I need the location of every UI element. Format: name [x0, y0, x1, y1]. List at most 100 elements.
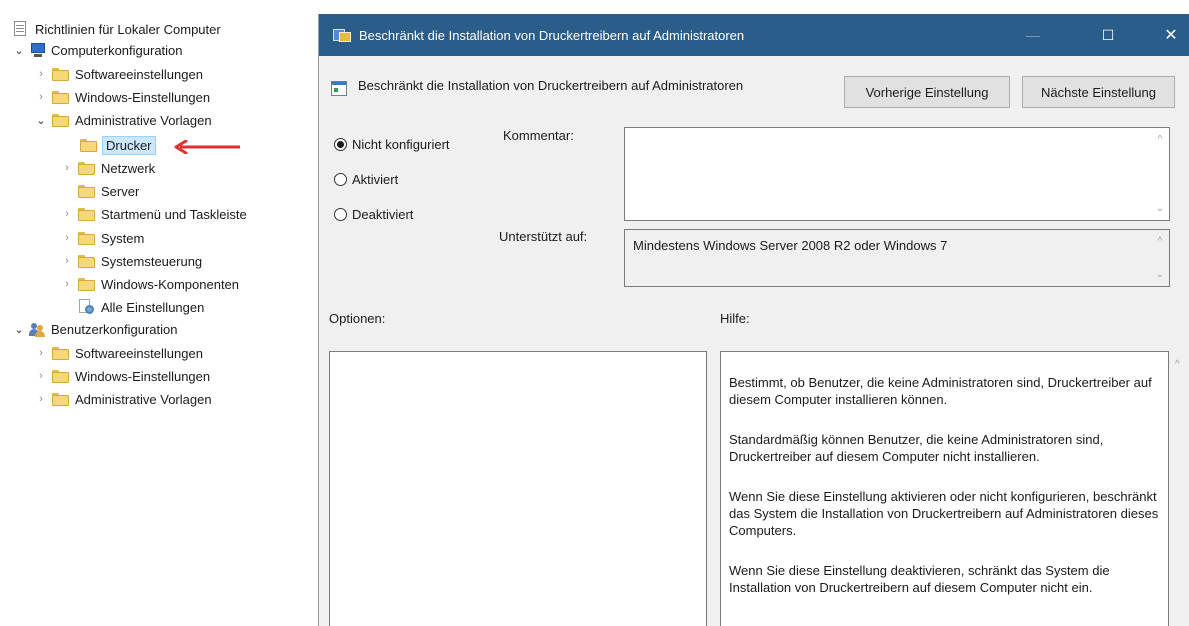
comment-label: Kommentar:	[503, 128, 574, 143]
folder-icon	[52, 67, 69, 81]
radio-enabled[interactable]: Aktiviert	[334, 169, 398, 189]
chevron-down-icon[interactable]: ⌄	[34, 113, 48, 127]
tree-item-label: Startmenü und Taskleiste	[101, 206, 247, 222]
chevron-right-icon[interactable]: ›	[60, 207, 74, 221]
chevron-right-icon[interactable]: ›	[60, 161, 74, 175]
tree-item-label: Server	[101, 183, 140, 199]
help-paragraph: Wenn Sie diese Einstellung deaktivieren,…	[729, 563, 1110, 595]
setting-header-title: Beschränkt die Installation von Druckert…	[358, 78, 744, 93]
tree-item-label: Richtlinien für Lokaler Computer	[35, 21, 221, 37]
scroll-up-icon[interactable]: ^	[1155, 134, 1165, 145]
tree-item-label: Benutzerkonfiguration	[51, 321, 178, 337]
users-icon	[28, 322, 46, 337]
policy-setting-dialog: Beschränkt die Installation von Druckert…	[318, 14, 1189, 626]
policy-tree: Richtlinien für Lokaler Computer ⌄ Compu…	[0, 0, 318, 626]
tree-item-windows-components[interactable]: › Windows-Komponenten	[60, 273, 239, 295]
tree-item-label: Administrative Vorlagen	[75, 112, 212, 128]
folder-icon	[52, 392, 69, 406]
radio-disabled[interactable]: Deaktiviert	[334, 204, 413, 224]
computer-icon	[28, 42, 46, 58]
next-setting-button[interactable]: Nächste Einstellung	[1022, 76, 1175, 108]
chevron-right-icon[interactable]: ›	[60, 254, 74, 268]
tree-item-computer-configuration[interactable]: ⌄ Computerkonfiguration	[12, 39, 183, 61]
chevron-right-icon[interactable]: ›	[34, 392, 48, 406]
chevron-right-icon[interactable]: ›	[60, 231, 74, 245]
tree-item-windows-settings[interactable]: › Windows-Einstellungen	[34, 86, 210, 108]
folder-icon	[52, 369, 69, 383]
dialog-title: Beschränkt die Installation von Druckert…	[359, 27, 745, 43]
chevron-right-icon[interactable]: ›	[60, 277, 74, 291]
tree-item-label: Alle Einstellungen	[101, 299, 205, 315]
tree-item-label: Windows-Einstellungen	[75, 368, 211, 384]
radio-label: Deaktiviert	[352, 206, 414, 222]
folder-icon	[52, 113, 69, 127]
supported-on-field[interactable]: Mindestens Windows Server 2008 R2 oder W…	[624, 229, 1170, 287]
scroll-down-icon[interactable]: ⌄	[1155, 269, 1165, 280]
tree-item-label: Computerkonfiguration	[51, 42, 183, 58]
tree-item-user-windows-settings[interactable]: › Windows-Einstellungen	[34, 365, 210, 387]
comment-textarea[interactable]: ^ ⌄	[624, 127, 1170, 221]
tree-item-user-software-settings[interactable]: › Softwareeinstellungen	[34, 342, 203, 364]
tree-item-label: Drucker	[102, 135, 156, 155]
folder-icon	[78, 161, 95, 175]
tree-item-control-panel[interactable]: › Systemsteuerung	[60, 250, 202, 272]
help-panel[interactable]: Bestimmt, ob Benutzer, die keine Adminis…	[720, 351, 1169, 626]
radio-button-checked[interactable]	[334, 137, 347, 151]
all-settings-icon	[78, 299, 96, 315]
tree-item-label: Windows-Komponenten	[101, 276, 240, 292]
chevron-right-icon[interactable]: ›	[34, 346, 48, 360]
supported-on-label: Unterstützt auf:	[499, 229, 588, 244]
folder-icon	[78, 277, 95, 291]
scroll-up-icon[interactable]: ^	[1175, 359, 1180, 370]
chevron-right-icon[interactable]: ›	[34, 90, 48, 104]
help-paragraph: Bestimmt, ob Benutzer, die keine Adminis…	[729, 375, 1152, 407]
previous-setting-button[interactable]: Vorherige Einstellung	[844, 76, 1010, 108]
minimize-button[interactable]: —	[1010, 14, 1056, 56]
folder-icon	[78, 207, 95, 221]
radio-label: Nicht konfiguriert	[352, 136, 450, 152]
scroll-up-icon[interactable]: ^	[1155, 236, 1165, 247]
radio-not-configured[interactable]: Nicht konfiguriert	[334, 134, 450, 154]
policy-setting-icon	[333, 27, 351, 43]
tree-item-label: Netzwerk	[101, 160, 156, 176]
tree-item-printers[interactable]: Drucker	[76, 134, 156, 156]
policy-document-icon	[12, 21, 30, 37]
tree-item-all-settings[interactable]: Alle Einstellungen	[76, 296, 204, 318]
help-label: Hilfe:	[720, 311, 750, 326]
options-panel[interactable]	[329, 351, 707, 626]
help-paragraph: Standardmäßig können Benutzer, die keine…	[729, 432, 1104, 464]
setting-icon	[331, 80, 348, 97]
radio-button[interactable]	[334, 207, 347, 221]
help-paragraph: Wenn Sie diese Einstellung aktivieren od…	[729, 489, 1159, 538]
tree-item-root[interactable]: Richtlinien für Lokaler Computer	[10, 18, 221, 40]
dialog-titlebar[interactable]: Beschränkt die Installation von Druckert…	[319, 14, 1189, 56]
tree-item-system[interactable]: › System	[60, 227, 144, 249]
tree-item-label: Systemsteuerung	[101, 253, 203, 269]
folder-icon	[78, 254, 95, 268]
radio-button[interactable]	[334, 172, 347, 186]
tree-item-server[interactable]: Server	[74, 180, 139, 202]
tree-item-start-menu-taskbar[interactable]: › Startmenü und Taskleiste	[60, 203, 247, 225]
supported-on-value: Mindestens Windows Server 2008 R2 oder W…	[633, 238, 948, 253]
tree-item-user-administrative-templates[interactable]: › Administrative Vorlagen	[34, 388, 211, 410]
tree-item-label: Softwareeinstellungen	[75, 66, 203, 82]
folder-icon	[52, 90, 69, 104]
tree-item-administrative-templates[interactable]: ⌄ Administrative Vorlagen	[34, 109, 212, 131]
radio-label: Aktiviert	[352, 171, 399, 187]
tree-item-user-configuration[interactable]: ⌄ Benutzerkonfiguration	[12, 318, 177, 340]
red-arrow-annotation-icon	[174, 140, 240, 154]
chevron-right-icon[interactable]: ›	[34, 369, 48, 383]
scroll-down-icon[interactable]: ⌄	[1155, 203, 1165, 214]
chevron-right-icon[interactable]: ›	[34, 67, 48, 81]
options-label: Optionen:	[329, 311, 386, 326]
tree-item-label: System	[101, 230, 145, 246]
folder-icon	[78, 231, 95, 245]
folder-icon	[80, 138, 97, 152]
tree-item-label: Softwareeinstellungen	[75, 345, 203, 361]
tree-item-software-settings[interactable]: › Softwareeinstellungen	[34, 63, 203, 85]
close-button[interactable]: ✕	[1148, 14, 1189, 56]
tree-item-network[interactable]: › Netzwerk	[60, 157, 155, 179]
maximize-button[interactable]: ☐	[1085, 14, 1131, 56]
chevron-down-icon[interactable]: ⌄	[12, 322, 26, 336]
chevron-down-icon[interactable]: ⌄	[12, 43, 26, 57]
